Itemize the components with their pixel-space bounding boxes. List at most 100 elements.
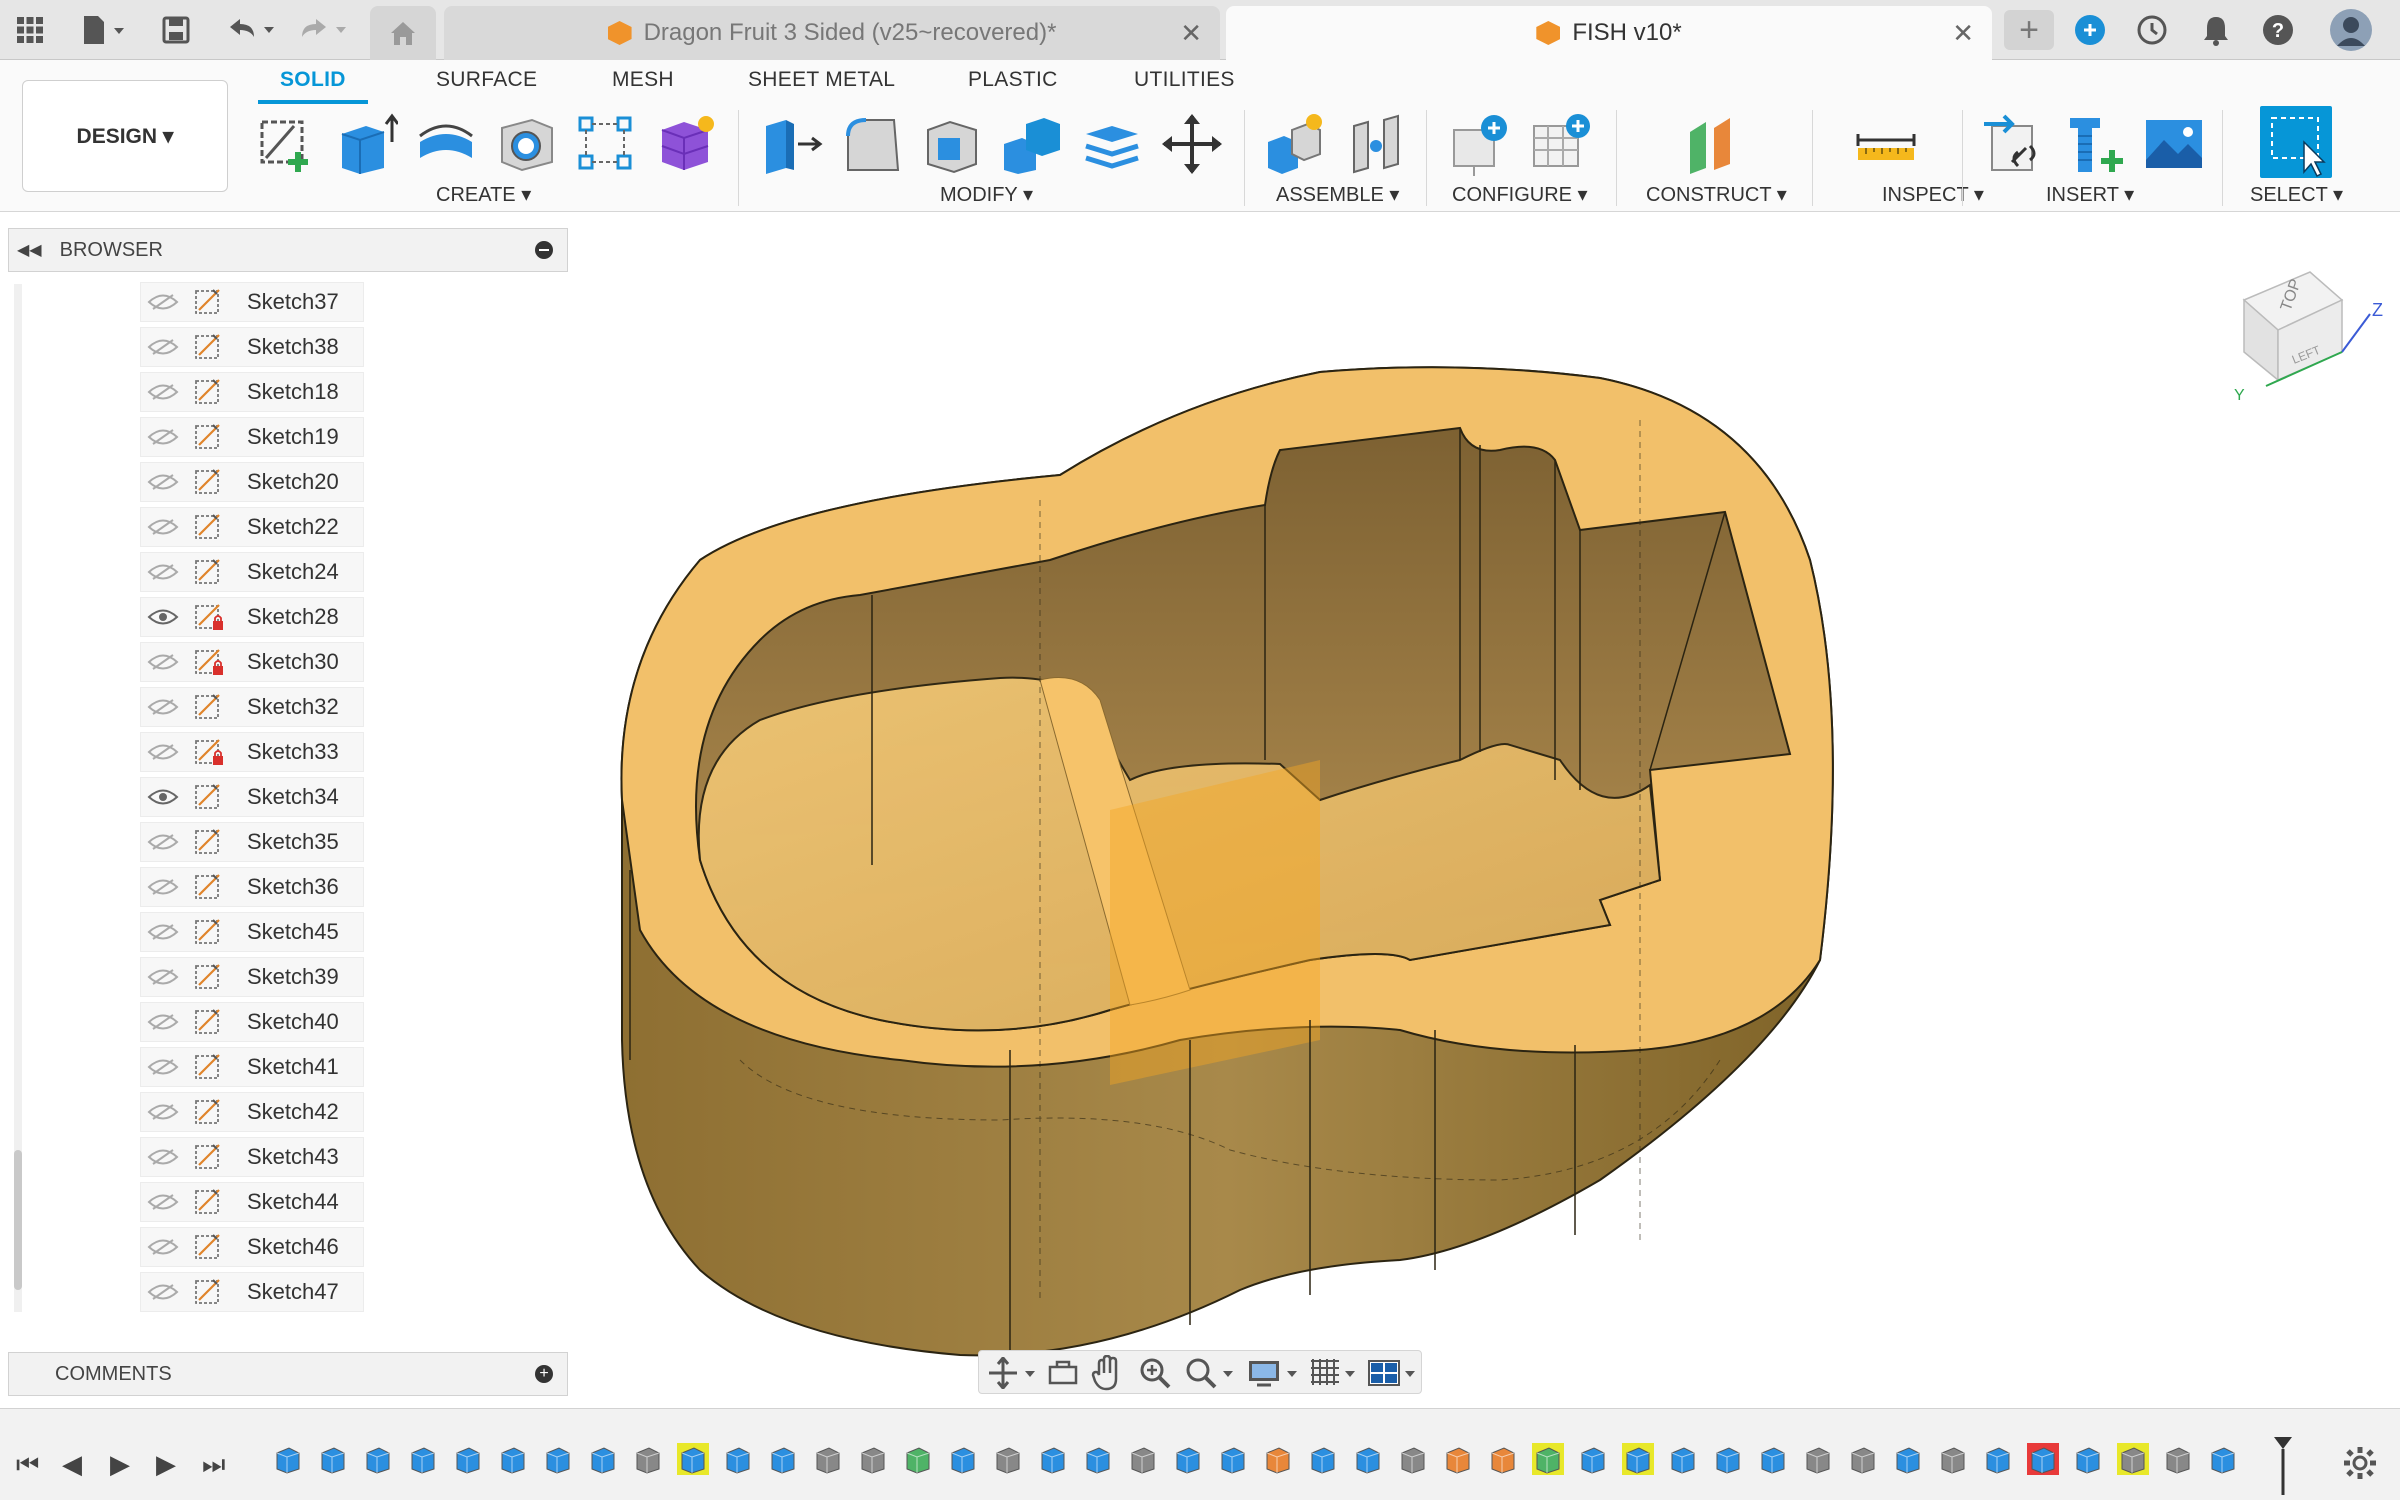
undo-icon[interactable] — [222, 10, 282, 50]
tab-surface[interactable]: SURFACE — [436, 68, 537, 92]
timeline-feature-icon[interactable] — [2072, 1443, 2104, 1475]
construct-group-label[interactable]: CONSTRUCT ▾ — [1646, 182, 1787, 207]
timeline-feature-icon[interactable] — [632, 1443, 664, 1475]
timeline-settings-gear-icon[interactable] — [2342, 1445, 2378, 1481]
apps-grid-icon[interactable] — [10, 10, 50, 50]
tab-utilities[interactable]: UTILITIES — [1134, 68, 1235, 92]
timeline-feature-icon[interactable] — [1442, 1443, 1474, 1475]
browser-item-sketch[interactable]: Sketch36 — [140, 867, 364, 907]
timeline-feature-icon[interactable] — [1712, 1443, 1744, 1475]
document-tab-fish[interactable]: FISH v10* ✕ — [1226, 6, 1992, 60]
timeline-play-icon[interactable]: ▶ — [110, 1449, 130, 1480]
browser-options-icon[interactable] — [535, 241, 553, 259]
insert-canvas-icon[interactable] — [2142, 112, 2206, 176]
timeline-feature-icon[interactable] — [767, 1443, 799, 1475]
hidden-eye-icon[interactable] — [147, 1103, 179, 1121]
hidden-eye-icon[interactable] — [147, 968, 179, 986]
timeline-feature-icon[interactable] — [1172, 1443, 1204, 1475]
timeline-feature-icon[interactable] — [812, 1443, 844, 1475]
tab-sheet-metal[interactable]: SHEET METAL — [748, 68, 895, 92]
hidden-eye-icon[interactable] — [147, 1058, 179, 1076]
save-icon[interactable] — [158, 10, 194, 50]
new-component-icon[interactable] — [1264, 112, 1328, 176]
add-comment-icon[interactable]: + — [535, 1365, 553, 1383]
timeline-feature-icon[interactable] — [1217, 1443, 1249, 1475]
timeline-first-icon[interactable]: ⏮ — [16, 1449, 39, 1481]
browser-item-sketch[interactable]: Sketch42 — [140, 1092, 364, 1132]
insert-group-label[interactable]: INSERT ▾ — [2046, 182, 2134, 207]
hidden-eye-icon[interactable] — [147, 1283, 179, 1301]
browser-item-sketch[interactable]: Sketch41 — [140, 1047, 364, 1087]
revolve-icon[interactable] — [414, 112, 478, 176]
collapse-panel-icon[interactable]: ◀◀ — [17, 240, 42, 260]
notifications-bell-icon[interactable] — [2196, 10, 2236, 50]
assemble-group-label[interactable]: ASSEMBLE ▾ — [1276, 182, 1399, 207]
timeline-feature-icon[interactable] — [1397, 1443, 1429, 1475]
browser-item-sketch[interactable]: Sketch37 — [140, 282, 364, 322]
user-avatar[interactable] — [2328, 9, 2374, 51]
timeline-feature-icon[interactable] — [857, 1443, 889, 1475]
view-cube[interactable]: TOP LEFT Z Y — [2230, 260, 2390, 410]
timeline-feature-icon[interactable] — [1937, 1443, 1969, 1475]
extrude-icon[interactable] — [334, 112, 398, 176]
visibility-eye-icon[interactable] — [147, 608, 179, 626]
browser-item-sketch[interactable]: Sketch34 — [140, 777, 364, 817]
create-sketch-icon[interactable] — [254, 112, 318, 176]
create-form-icon[interactable] — [654, 112, 718, 176]
browser-item-sketch[interactable]: Sketch33 — [140, 732, 364, 772]
timeline-feature-icon[interactable] — [587, 1443, 619, 1475]
shell-icon[interactable] — [920, 112, 984, 176]
configuration-table-icon[interactable] — [1530, 112, 1594, 176]
hidden-eye-icon[interactable] — [147, 653, 179, 671]
tab-solid[interactable]: SOLID — [280, 68, 346, 92]
timeline-feature-icon[interactable] — [1982, 1443, 2014, 1475]
pattern-icon[interactable] — [574, 112, 638, 176]
insert-derive-icon[interactable] — [1982, 112, 2046, 176]
timeline-feature-icon[interactable] — [2162, 1443, 2194, 1475]
timeline-feature-icon[interactable] — [452, 1443, 484, 1475]
move-copy-icon[interactable] — [1160, 112, 1224, 176]
browser-item-sketch[interactable]: Sketch22 — [140, 507, 364, 547]
timeline-feature-icon[interactable] — [272, 1443, 304, 1475]
hidden-eye-icon[interactable] — [147, 518, 179, 536]
browser-item-sketch[interactable]: Sketch32 — [140, 687, 364, 727]
hidden-eye-icon[interactable] — [147, 563, 179, 581]
configure-design-icon[interactable] — [1450, 112, 1514, 176]
zoom-icon[interactable] — [1139, 1357, 1171, 1389]
browser-item-sketch[interactable]: Sketch38 — [140, 327, 364, 367]
modify-group-label[interactable]: MODIFY ▾ — [940, 182, 1033, 207]
insert-mcmaster-carr-icon[interactable] — [2062, 112, 2126, 176]
fit-zoom-icon[interactable] — [1185, 1357, 1237, 1389]
timeline-feature-icon[interactable] — [1532, 1443, 1564, 1475]
timeline-feature-icon[interactable] — [1757, 1443, 1789, 1475]
configure-group-label[interactable]: CONFIGURE ▾ — [1452, 182, 1588, 207]
help-icon[interactable]: ? — [2258, 10, 2298, 50]
timeline-feature-icon[interactable] — [1622, 1443, 1654, 1475]
browser-scrollbar-thumb[interactable] — [14, 1150, 22, 1290]
timeline-feature-icon[interactable] — [362, 1443, 394, 1475]
browser-item-sketch[interactable]: Sketch20 — [140, 462, 364, 502]
hidden-eye-icon[interactable] — [147, 923, 179, 941]
browser-item-sketch[interactable]: Sketch35 — [140, 822, 364, 862]
hidden-eye-icon[interactable] — [147, 1238, 179, 1256]
offset-plane-icon[interactable] — [1684, 112, 1748, 176]
hidden-eye-icon[interactable] — [147, 1148, 179, 1166]
hidden-eye-icon[interactable] — [147, 293, 179, 311]
offset-face-icon[interactable] — [1080, 112, 1144, 176]
timeline-marker[interactable] — [2272, 1435, 2294, 1497]
browser-item-sketch[interactable]: Sketch30 — [140, 642, 364, 682]
timeline-feature-icon[interactable] — [902, 1443, 934, 1475]
browser-item-sketch[interactable]: Sketch24 — [140, 552, 364, 592]
pan-hand-icon[interactable] — [1091, 1355, 1123, 1391]
display-settings-icon[interactable] — [1247, 1357, 1303, 1389]
timeline-previous-icon[interactable]: ◀ — [62, 1449, 82, 1480]
timeline-feature-icon[interactable] — [1487, 1443, 1519, 1475]
home-tab[interactable] — [370, 6, 436, 60]
timeline-feature-icon[interactable] — [947, 1443, 979, 1475]
timeline-feature-icon[interactable] — [2027, 1443, 2059, 1475]
hidden-eye-icon[interactable] — [147, 428, 179, 446]
timeline-feature-icon[interactable] — [992, 1443, 1024, 1475]
hidden-eye-icon[interactable] — [147, 338, 179, 356]
timeline-feature-icon[interactable] — [1577, 1443, 1609, 1475]
comments-panel-header[interactable]: COMMENTS + — [8, 1352, 568, 1396]
